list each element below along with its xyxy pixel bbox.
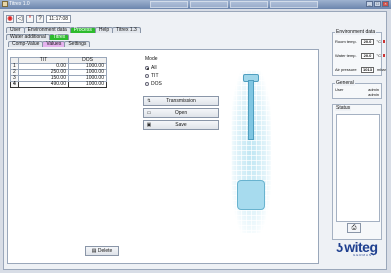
mode-group: Mode All TIT DOS: [145, 56, 219, 92]
app-icon: [2, 1, 8, 7]
general-group: General User admin admin: [332, 80, 382, 99]
side-panel: Environment data Room temp. 20.0 °C Wate…: [330, 26, 386, 264]
taskbar-item[interactable]: [150, 1, 188, 8]
tab-comp-value[interactable]: Comp-Value: [8, 41, 44, 47]
room-temp-label: Room temp.: [335, 39, 357, 44]
minimize-icon[interactable]: _: [366, 1, 373, 7]
taskbar-item[interactable]: [270, 1, 318, 8]
speaker-icon[interactable]: ◁: [16, 15, 24, 23]
window-title: Titrex 1.0: [9, 1, 30, 7]
environment-title: Environment data: [335, 29, 377, 35]
tit-cell[interactable]: 490.00: [18, 81, 69, 88]
folder-icon: ▭: [146, 110, 152, 116]
environment-group: Environment data Room temp. 20.0 °C Wate…: [332, 29, 386, 76]
room-temp-field[interactable]: 20.0: [361, 39, 374, 45]
tab-process[interactable]: Process: [69, 27, 96, 33]
save-icon: ▣: [146, 122, 152, 128]
main-tabs: User Environment data Process Help Titre…: [6, 27, 141, 33]
open-label: Open: [174, 110, 188, 116]
clock-display: 11:17:08: [46, 15, 72, 23]
table-row[interactable]: 4 490.00 1000.00: [10, 81, 107, 88]
mode-label: Mode: [145, 56, 158, 62]
water-temp-row: Water temp. 20.0 °C: [335, 52, 385, 59]
mode-option-all[interactable]: All: [145, 64, 219, 72]
temperature-icon[interactable]: °: [26, 15, 34, 23]
tab-water-additional[interactable]: Water additional: [6, 34, 50, 40]
water-temp-label: Water temp.: [335, 53, 357, 58]
burette-base: [237, 180, 265, 210]
user-value-2: admin: [368, 92, 379, 97]
transmission-button[interactable]: ↯ Transmission: [143, 96, 219, 106]
radio-label: DOS: [151, 81, 162, 87]
room-temp-unit: °C: [376, 39, 382, 44]
window-controls: _ □ ×: [366, 1, 389, 7]
air-pressure-unit: mbar: [376, 67, 386, 72]
row-index: 4: [10, 81, 19, 88]
status-group: Status: [332, 104, 382, 240]
tab-help[interactable]: Help: [94, 27, 114, 33]
water-temp-unit: °C: [376, 53, 382, 58]
radio-dos[interactable]: [145, 82, 149, 86]
status-title: Status: [335, 105, 352, 111]
sub-tabs: Water additional Titrex: [6, 34, 70, 40]
general-title: General: [335, 80, 355, 86]
logo-subtext: GERMANY: [353, 253, 376, 257]
witeg-logo: ʖ witeg GERMANY: [336, 239, 378, 257]
toolbar: ◉ ◁ ° ? 11:17:08: [6, 14, 72, 24]
transmission-icon: ↯: [146, 98, 152, 104]
value-tabs: Comp-Value Values Settings: [8, 41, 91, 47]
mode-option-dos[interactable]: DOS: [145, 80, 219, 88]
taskbar-item[interactable]: [230, 1, 268, 8]
tab-settings[interactable]: Settings: [64, 41, 91, 47]
room-temp-indicator: [383, 40, 385, 43]
close-icon[interactable]: ×: [382, 1, 389, 7]
dos-cell[interactable]: 1000.00: [68, 81, 107, 88]
radio-all[interactable]: [145, 66, 149, 70]
burette-device-image: [231, 70, 271, 233]
save-label: Save: [175, 122, 187, 128]
tab-environment-data[interactable]: Environment data: [23, 27, 71, 33]
air-pressure-row: Air pressure 1013 mbar: [335, 66, 386, 73]
maximize-icon[interactable]: □: [374, 1, 381, 7]
water-temp-indicator: [383, 54, 385, 57]
tab-values[interactable]: Values: [42, 41, 66, 47]
delete-button[interactable]: ▤ Delete: [85, 246, 119, 256]
air-pressure-label: Air pressure: [335, 67, 357, 72]
mode-option-tit[interactable]: TIT: [145, 72, 219, 80]
taskbar-item[interactable]: [190, 1, 228, 8]
background-taskbar: [150, 1, 320, 8]
burette-tube: [248, 80, 254, 140]
transmission-label: Transmission: [166, 98, 196, 104]
values-table: TIT DOS 1 0.00 1000.00 2 250.00 1000.00 …: [10, 57, 107, 88]
save-button[interactable]: ▣ Save: [143, 120, 219, 130]
air-pressure-field[interactable]: 1013: [361, 67, 374, 73]
window-titlebar: Titrex 1.0 _ □ ×: [0, 0, 391, 9]
record-icon[interactable]: ◉: [6, 15, 14, 23]
help-icon[interactable]: ?: [36, 15, 44, 23]
print-button[interactable]: ⎙: [347, 223, 361, 233]
radio-label: All: [151, 65, 157, 71]
radio-label: TIT: [151, 73, 159, 79]
status-log[interactable]: [336, 114, 380, 222]
delete-label: Delete: [97, 248, 113, 254]
open-button[interactable]: ▭ Open: [143, 108, 219, 118]
tab-user[interactable]: User: [6, 27, 25, 33]
logo-mark-icon: ʖ: [336, 239, 344, 255]
radio-tit[interactable]: [145, 74, 149, 78]
tab-titrex[interactable]: Titrex: [48, 34, 70, 40]
room-temp-row: Room temp. 20.0 °C: [335, 38, 385, 45]
user-row-2: admin: [335, 92, 381, 97]
tab-titrex-1-3[interactable]: Titrex 1.3: [112, 27, 141, 33]
water-temp-field[interactable]: 20.0: [361, 53, 374, 59]
print-icon: ⎙: [351, 225, 357, 231]
logo-text: witeg: [344, 239, 378, 255]
